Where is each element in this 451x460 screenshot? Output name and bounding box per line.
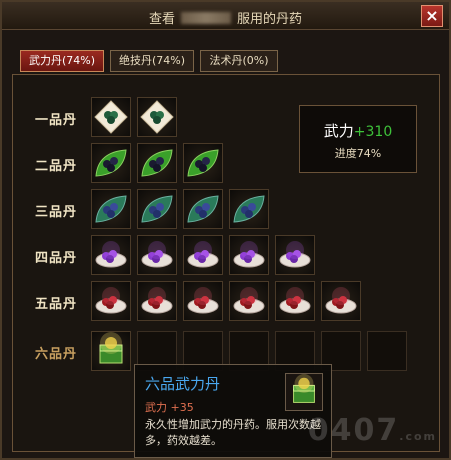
- pill-icon: [95, 241, 127, 268]
- pill-icon: [141, 149, 173, 177]
- title-suffix: 服用的丹药: [237, 12, 303, 27]
- tooltip-description: 永久性增加武力的丹药。服用次数越多，药效越差。: [145, 418, 321, 447]
- pill-icon: [94, 100, 128, 134]
- pill-slot[interactable]: [91, 331, 131, 371]
- pill-slot[interactable]: [137, 235, 177, 275]
- row-label-6: 六品丹: [35, 347, 78, 362]
- pill-icon: [141, 287, 173, 314]
- pill-icon: [99, 332, 123, 364]
- tooltip-attr-name: 武力: [145, 401, 167, 414]
- pill-slot[interactable]: [183, 143, 223, 183]
- close-button[interactable]: ×: [421, 5, 443, 27]
- pill-icon: [141, 195, 173, 223]
- site-watermark: 0407.com: [308, 413, 437, 448]
- pill-slot[interactable]: [183, 235, 223, 275]
- pill-icon: [279, 241, 311, 268]
- pill-slot[interactable]: [137, 281, 177, 321]
- pill-icon: [279, 287, 311, 314]
- title-prefix: 查看: [148, 12, 175, 27]
- pill-slot[interactable]: [229, 235, 269, 275]
- pill-icon: [95, 149, 127, 177]
- pill-tooltip: 六品武力丹 武力 +35 永久性增加武力的丹药。服用次数越多，药效越差。: [134, 364, 332, 458]
- pill-icon: [233, 241, 265, 268]
- tab-force-pill[interactable]: 武力丹(74%): [20, 50, 104, 72]
- pill-slot[interactable]: [183, 281, 223, 321]
- pill-slot[interactable]: [137, 143, 177, 183]
- pill-icon: [187, 195, 219, 223]
- pill-slot[interactable]: [275, 235, 315, 275]
- tab-magic-pill[interactable]: 法术丹(0%): [200, 50, 278, 72]
- pill-slot[interactable]: [229, 281, 269, 321]
- pill-icon: [187, 287, 219, 314]
- pill-icon: [95, 195, 127, 223]
- window-title: 查看 服用的丹药: [2, 8, 449, 27]
- pill-icon: [233, 287, 265, 314]
- pill-slot[interactable]: [91, 97, 131, 137]
- pill-slot[interactable]: [91, 235, 131, 275]
- empty-pill-slot[interactable]: [367, 331, 407, 371]
- redacted-player-name: [181, 12, 231, 24]
- pill-slot[interactable]: [321, 281, 361, 321]
- tooltip-attr-value: +35: [170, 401, 194, 414]
- pill-slot[interactable]: [137, 189, 177, 229]
- row-label-5: 五品丹: [35, 297, 78, 312]
- watermark-suffix: .com: [399, 430, 437, 443]
- pill-icon: [187, 241, 219, 268]
- watermark-text: 0407: [307, 413, 400, 448]
- pill-icon: [187, 149, 219, 177]
- pill-icon: [233, 195, 265, 223]
- tooltip-pill-icon: [285, 373, 323, 411]
- title-bar[interactable]: 查看 服用的丹药 ×: [2, 2, 449, 30]
- pill-icon: [140, 100, 174, 134]
- row-label-4: 四品丹: [35, 251, 78, 266]
- stat-line: 武力+310: [300, 120, 416, 141]
- pill-slot[interactable]: [91, 189, 131, 229]
- pill-slot[interactable]: [229, 189, 269, 229]
- pill-window: 查看 服用的丹药 × 武力丹(74%) 绝技丹(74%) 法术丹(0%) 武力+3…: [0, 0, 451, 460]
- pill-slot[interactable]: [91, 143, 131, 183]
- pill-slot[interactable]: [275, 281, 315, 321]
- row-label-3: 三品丹: [35, 205, 78, 220]
- row-label-1: 一品丹: [35, 113, 78, 128]
- pill-icon: [95, 287, 127, 314]
- tooltip-pill-name: 六品武力丹: [145, 375, 221, 393]
- row-label-2: 二品丹: [35, 159, 78, 174]
- pill-slot[interactable]: [183, 189, 223, 229]
- pill-icon: [141, 241, 173, 268]
- tab-skill-pill[interactable]: 绝技丹(74%): [110, 50, 194, 72]
- pill-slot[interactable]: [137, 97, 177, 137]
- stat-name: 武力: [323, 122, 354, 140]
- pill-icon: [325, 287, 357, 314]
- tooltip-attribute: 武力 +35: [145, 399, 194, 415]
- stat-box: 武力+310 进度74%: [299, 105, 417, 173]
- pill-slot[interactable]: [91, 281, 131, 321]
- stat-progress: 进度74%: [334, 147, 382, 160]
- stat-value: +310: [353, 124, 393, 140]
